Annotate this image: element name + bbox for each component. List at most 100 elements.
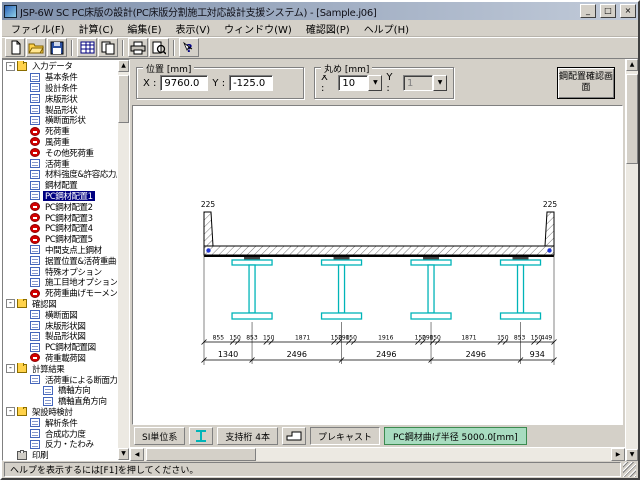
slab-shape-icon[interactable] (282, 427, 306, 445)
resize-grip[interactable] (623, 462, 636, 477)
tree-expand-icon[interactable]: - (6, 62, 15, 71)
rounding-x-value[interactable] (338, 75, 368, 91)
print-button[interactable] (128, 38, 148, 57)
tree-item[interactable]: 床版形状図 (4, 320, 117, 331)
tree-item[interactable]: 活荷重 (4, 158, 117, 169)
vscroll-track[interactable] (626, 71, 638, 449)
tree-item[interactable]: 解析条件 (4, 417, 117, 428)
tree-item[interactable]: 設計条件 (4, 83, 117, 94)
new-file-button[interactable] (5, 38, 25, 57)
menu-item-3[interactable]: 編集(E) (120, 20, 168, 37)
main-horizontal-scrollbar[interactable]: ◀ ▶ (130, 447, 625, 461)
tree-item[interactable]: 製品形状 (4, 104, 117, 115)
menu-item-1[interactable]: ファイル(F) (4, 20, 72, 37)
print-preview-button[interactable] (149, 38, 169, 57)
svg-text:225: 225 (200, 200, 215, 209)
tree-item[interactable]: 橋軸方向 (4, 385, 117, 396)
tree-vertical-scrollbar[interactable]: ▲ ▼ (117, 60, 129, 460)
menu-item-2[interactable]: 計算(C) (72, 20, 121, 37)
tree-item-label: 据置位置&活荷重曲げモーメント (43, 255, 117, 266)
tree-expand-icon[interactable]: - (6, 407, 15, 416)
open-file-button[interactable] (26, 38, 46, 57)
menu-item-5[interactable]: ウィンドウ(W) (217, 20, 299, 37)
tree-item[interactable]: 印刷 (4, 450, 117, 460)
tree-item[interactable]: 床版形状 (4, 93, 117, 104)
tree-item[interactable]: PC鋼材配置3 (4, 212, 117, 223)
main-vertical-scrollbar[interactable]: ▲ ▼ (625, 59, 638, 461)
tree-item[interactable]: 鋼材配置 (4, 180, 117, 191)
tree-item[interactable]: -計算結果 (4, 363, 117, 374)
girder-count-label: 支持桁 4本 (217, 427, 278, 445)
rounding-x-combobox[interactable]: ▼ (338, 75, 382, 91)
save-button[interactable] (47, 38, 67, 57)
minimize-button[interactable]: _ (580, 4, 596, 18)
help-button[interactable]: ? (179, 38, 199, 57)
tree-item-label: 床版形状図 (43, 320, 88, 331)
table-button[interactable] (77, 38, 97, 57)
vscroll-thumb[interactable] (626, 74, 638, 164)
steel-layout-confirm-button[interactable]: 鋼配置確認画面 (557, 67, 615, 99)
tree-item[interactable]: 中間支点上鋼材 (4, 245, 117, 256)
tree-item[interactable]: PC鋼材配置2 (4, 201, 117, 212)
doc-icon (30, 191, 40, 200)
menu-item-6[interactable]: 確認図(P) (299, 20, 357, 37)
scroll-up-icon[interactable]: ▲ (118, 60, 129, 72)
tree-item[interactable]: 特殊オプション (4, 266, 117, 277)
tree-item[interactable]: -入力データ (4, 61, 117, 72)
tree-item-label: 鋼材配置 (43, 180, 79, 191)
tree-item[interactable]: 死荷重曲げモーメント (4, 288, 117, 299)
tree-item-label: 活荷重による断面力 (43, 374, 117, 385)
tree-item[interactable]: 死荷重 (4, 126, 117, 137)
tree-item[interactable]: PC鋼材配置図 (4, 342, 117, 353)
copy-button[interactable] (98, 38, 118, 57)
tree-item[interactable]: 合成応力度 (4, 428, 117, 439)
scroll-down-icon[interactable]: ▼ (118, 448, 129, 460)
tree-item[interactable]: 反力・たわみ (4, 439, 117, 450)
maximize-button[interactable]: □ (600, 4, 616, 18)
tree-item[interactable]: 荷重載荷図 (4, 353, 117, 364)
tree-item[interactable]: 橋軸直角方向 (4, 396, 117, 407)
scroll-left-icon[interactable]: ◀ (130, 448, 144, 461)
tree-item[interactable]: PC鋼材配置4 (4, 223, 117, 234)
position-x-field[interactable] (160, 75, 208, 91)
tree-item[interactable]: 製品形状図 (4, 331, 117, 342)
pc-strand-bend-radius-label: PC鋼材曲げ半径 5000.0[mm] (384, 427, 527, 445)
hscroll-track[interactable] (144, 448, 611, 461)
position-y-field[interactable] (229, 75, 273, 91)
tree-item[interactable]: -確認図 (4, 299, 117, 310)
rounding-x-label: X : (321, 72, 334, 94)
tree-item[interactable]: 施工目地オプション (4, 277, 117, 288)
tree-item[interactable]: 基本条件 (4, 72, 117, 83)
close-button[interactable]: × (620, 4, 636, 18)
menu-item-4[interactable]: 表示(V) (168, 20, 217, 37)
tree-scroll-thumb[interactable] (118, 75, 129, 123)
svg-text:1916: 1916 (378, 335, 393, 342)
tree-item[interactable]: PC鋼材配置5 (4, 234, 117, 245)
scroll-right-icon[interactable]: ▶ (611, 448, 625, 461)
tree-item[interactable]: PC鋼材配置1 (4, 191, 117, 202)
girder-section-icon[interactable] (189, 427, 213, 445)
tree-item[interactable]: その他死荷重 (4, 147, 117, 158)
scroll-up-icon[interactable]: ▲ (626, 59, 638, 71)
precast-button[interactable]: プレキャスト (310, 427, 380, 445)
drawing-canvas[interactable]: 2252258551508531501871150290150191615029… (132, 105, 623, 425)
chevron-down-icon[interactable]: ▼ (368, 75, 382, 91)
tree-expand-icon[interactable]: - (6, 364, 15, 373)
tree-item[interactable]: 据置位置&活荷重曲げモーメント (4, 255, 117, 266)
menu-item-7[interactable]: ヘルプ(H) (357, 20, 416, 37)
hscroll-thumb[interactable] (146, 448, 256, 461)
tree-item[interactable]: 横断面形状 (4, 115, 117, 126)
tree-item-label: 横断面形状 (43, 115, 88, 126)
tree-item[interactable]: 材料強度&許容応力度 (4, 169, 117, 180)
tree-expand-icon[interactable]: - (6, 299, 15, 308)
tree-item[interactable]: 風荷重 (4, 137, 117, 148)
scroll-down-icon[interactable]: ▼ (626, 449, 638, 461)
tree-scroll-track[interactable] (118, 72, 129, 448)
doc-icon (43, 386, 53, 395)
tree-item-label: 架設時検討 (30, 407, 75, 418)
tree-item[interactable]: 横断面図 (4, 309, 117, 320)
drawing-status-bar: SI単位系 支持桁 4本 プレキャスト PC鋼材曲げ半径 5000.0[mm] (130, 425, 625, 447)
tree-item[interactable]: 活荷重による断面力 (4, 374, 117, 385)
doc-icon (43, 397, 53, 406)
tree-item[interactable]: - 架設時検討 (4, 407, 117, 418)
